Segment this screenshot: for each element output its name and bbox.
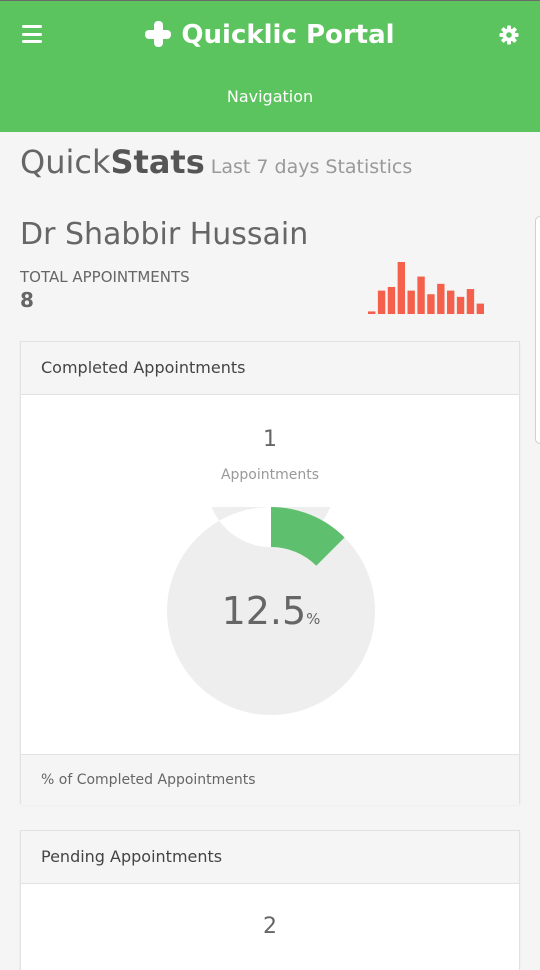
medical-cross-icon (145, 21, 172, 47)
quickstats-title-light: Quick (20, 143, 111, 181)
total-appointments-value: 8 (20, 288, 34, 312)
app-title: Quicklic Portal (181, 20, 395, 50)
settings-gear-icon[interactable] (499, 25, 519, 45)
quickstats-title-bold: Stats (110, 143, 205, 181)
pending-panel-title: Pending Appointments (21, 831, 519, 884)
sparkline-bar (456, 296, 465, 314)
scrollbar[interactable] (535, 216, 540, 444)
quickstats-heading: QuickStats Last 7 days Statistics (20, 142, 412, 187)
sparkline-bar (377, 290, 386, 314)
completed-panel-title: Completed Appointments (21, 342, 519, 395)
sparkline-bar (368, 311, 376, 314)
pending-count: 2 (263, 914, 277, 939)
sparkline-bar (466, 289, 475, 314)
sparkline-bar (407, 290, 415, 314)
appointments-sparkline (368, 262, 484, 314)
completed-panel-body: 1 Appointments 12.5% (21, 395, 519, 754)
pending-panel-body: 2 (21, 884, 519, 970)
total-appointments-label: TOTAL APPOINTMENTS (20, 268, 190, 286)
quickstats-subtitle: Last 7 days Statistics (210, 156, 413, 178)
sparkline-bar (427, 294, 435, 314)
doctor-name: Dr Shabbir Hussain (20, 217, 309, 252)
top-bar: Quicklic Portal Navigation (0, 0, 540, 132)
completed-percent: 12.5% (167, 591, 375, 639)
sparkline-bar (417, 276, 425, 314)
completed-percent-value: 12.5 (221, 589, 307, 633)
pending-appointments-panel: Pending Appointments 2 (20, 830, 520, 970)
sparkline-bar (476, 303, 484, 314)
completed-panel-footer: % of Completed Appointments (21, 754, 519, 805)
completed-percent-unit: % (306, 610, 321, 628)
completed-appointments-panel: Completed Appointments 1 Appointments 12… (20, 341, 520, 805)
completed-count: 1 (263, 427, 277, 452)
sparkline-bar (387, 286, 396, 314)
sparkline-bar (447, 290, 455, 314)
sparkline-bar (437, 283, 445, 314)
navigation-label[interactable]: Navigation (0, 87, 540, 106)
sparkline-bar (397, 262, 406, 314)
completed-count-label: Appointments (220, 467, 320, 483)
app-brand[interactable]: Quicklic Portal (0, 15, 540, 55)
